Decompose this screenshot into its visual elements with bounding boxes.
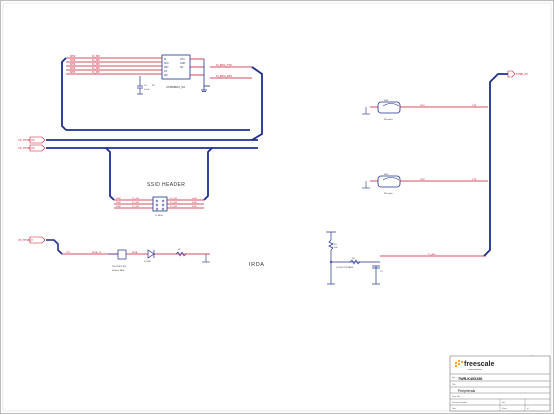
svg-text:0.1uF: 0.1uF (144, 89, 150, 91)
svg-text:SPI0: SPI0 (70, 67, 76, 70)
svg-text:TXD: TXD (66, 252, 71, 254)
net-label-top: IO_IRDA_TXD (216, 64, 232, 67)
svg-text:SSI0: SSI0 (116, 202, 122, 204)
svg-text:Sheet: Sheet (502, 407, 507, 410)
brand-subtitle: semiconductor (468, 368, 482, 371)
svg-text:Document Number: Document Number (452, 401, 467, 404)
svg-text:SSI0: SSI0 (116, 206, 122, 208)
flash-ic-part: AT45DB041_SO (166, 85, 185, 89)
title-block: freescale semiconductor TWR-K40X256 Peri… (449, 355, 551, 412)
svg-text:IO_IRDA_RXD: IO_IRDA_RXD (216, 75, 232, 78)
svg-text:IRDA_TX: IRDA_TX (92, 251, 102, 254)
brand-name: freescale (464, 361, 494, 368)
svg-text:SPI0: SPI0 (70, 55, 76, 58)
svg-text:CS: CS (164, 71, 168, 73)
svg-text:TPSB_XX: TPSB_XX (516, 72, 528, 76)
svg-text:IO_SSI: IO_SSI (170, 202, 177, 204)
product-name: TWR-K40X256 (458, 377, 482, 381)
svg-text:IO_ADC: IO_ADC (428, 253, 437, 256)
svg-text:IO_SSI: IO_SSI (170, 198, 177, 200)
svg-text:Page Title: Page Title (452, 395, 460, 398)
left-port-3: XX_TPSB_X (18, 238, 33, 242)
svg-text:IO_SPI: IO_SPI (92, 71, 100, 74)
svg-text:Rev: Rev (502, 402, 505, 404)
svg-text:PB switch: PB switch (384, 192, 393, 195)
svg-text:SSI0: SSI0 (192, 206, 198, 208)
svg-text:SSI0: SSI0 (116, 198, 122, 200)
svg-text:IO_SSI: IO_SSI (170, 206, 177, 208)
svg-text:Date: Date (452, 407, 456, 410)
svg-text:SPI0: SPI0 (70, 59, 76, 62)
irda-label: IRDA (249, 262, 265, 268)
svg-text:SPI0: SPI0 (70, 71, 76, 74)
svg-text:WP: WP (164, 75, 168, 77)
svg-text:TFDU4101-TR3: TFDU4101-TR3 (112, 266, 127, 268)
svg-text:Infrared 1Mbit: Infrared 1Mbit (112, 269, 125, 272)
svg-text:GND: GND (180, 63, 185, 65)
svg-text:Q1 PHOTOTRANS: Q1 PHOTOTRANS (336, 266, 354, 269)
svg-text:IO_SPI: IO_SPI (92, 67, 100, 70)
svg-text:SSI0: SSI0 (192, 198, 198, 200)
page-title: Peripherals (458, 389, 475, 393)
svg-text:Title: Title (452, 383, 455, 386)
svg-text:RST: RST (164, 67, 169, 69)
svg-text:D1 LED: D1 LED (144, 261, 152, 263)
svg-text:SO: SO (180, 67, 184, 69)
svg-text:IO_SPI: IO_SPI (92, 63, 100, 66)
svg-text:IO_SSI: IO_SSI (132, 202, 139, 204)
svg-text:SPI0: SPI0 (70, 63, 76, 66)
schematic-sheet: SPI0 IO_SPI SPI0 IO_SPI SPI0 IO_SPI SPI0 IO_… (0, 0, 554, 414)
header-label: SSID HEADER (147, 182, 185, 188)
svg-text:SI: SI (164, 59, 167, 61)
svg-text:SSI0: SSI0 (192, 202, 198, 204)
svg-text:IO_SPI: IO_SPI (92, 55, 100, 58)
svg-text:XX_TPSB_XX: XX_TPSB_XX (18, 146, 35, 150)
svg-text:PTB: PTB (472, 105, 477, 107)
svg-text:IO_SSI: IO_SSI (132, 198, 139, 200)
svg-text:Size: Size (452, 377, 456, 379)
svg-text:J1 HDR: J1 HDR (155, 215, 163, 217)
svg-text:PB switch: PB switch (384, 118, 393, 121)
svg-text:IO_SSI: IO_SSI (132, 206, 139, 208)
svg-text:VCC: VCC (180, 59, 185, 61)
header-connector (152, 196, 168, 212)
svg-text:SW1: SW1 (420, 105, 426, 107)
sheet-frame (0, 0, 554, 414)
svg-text:PTB: PTB (472, 179, 477, 181)
svg-text:XX_TPSB_XX: XX_TPSB_XX (18, 138, 35, 142)
svg-text:SW2: SW2 (420, 179, 426, 181)
svg-text:SCK: SCK (164, 63, 169, 65)
svg-text:IRDA: IRDA (132, 251, 138, 254)
svg-text:IO_SPI: IO_SPI (92, 59, 100, 62)
